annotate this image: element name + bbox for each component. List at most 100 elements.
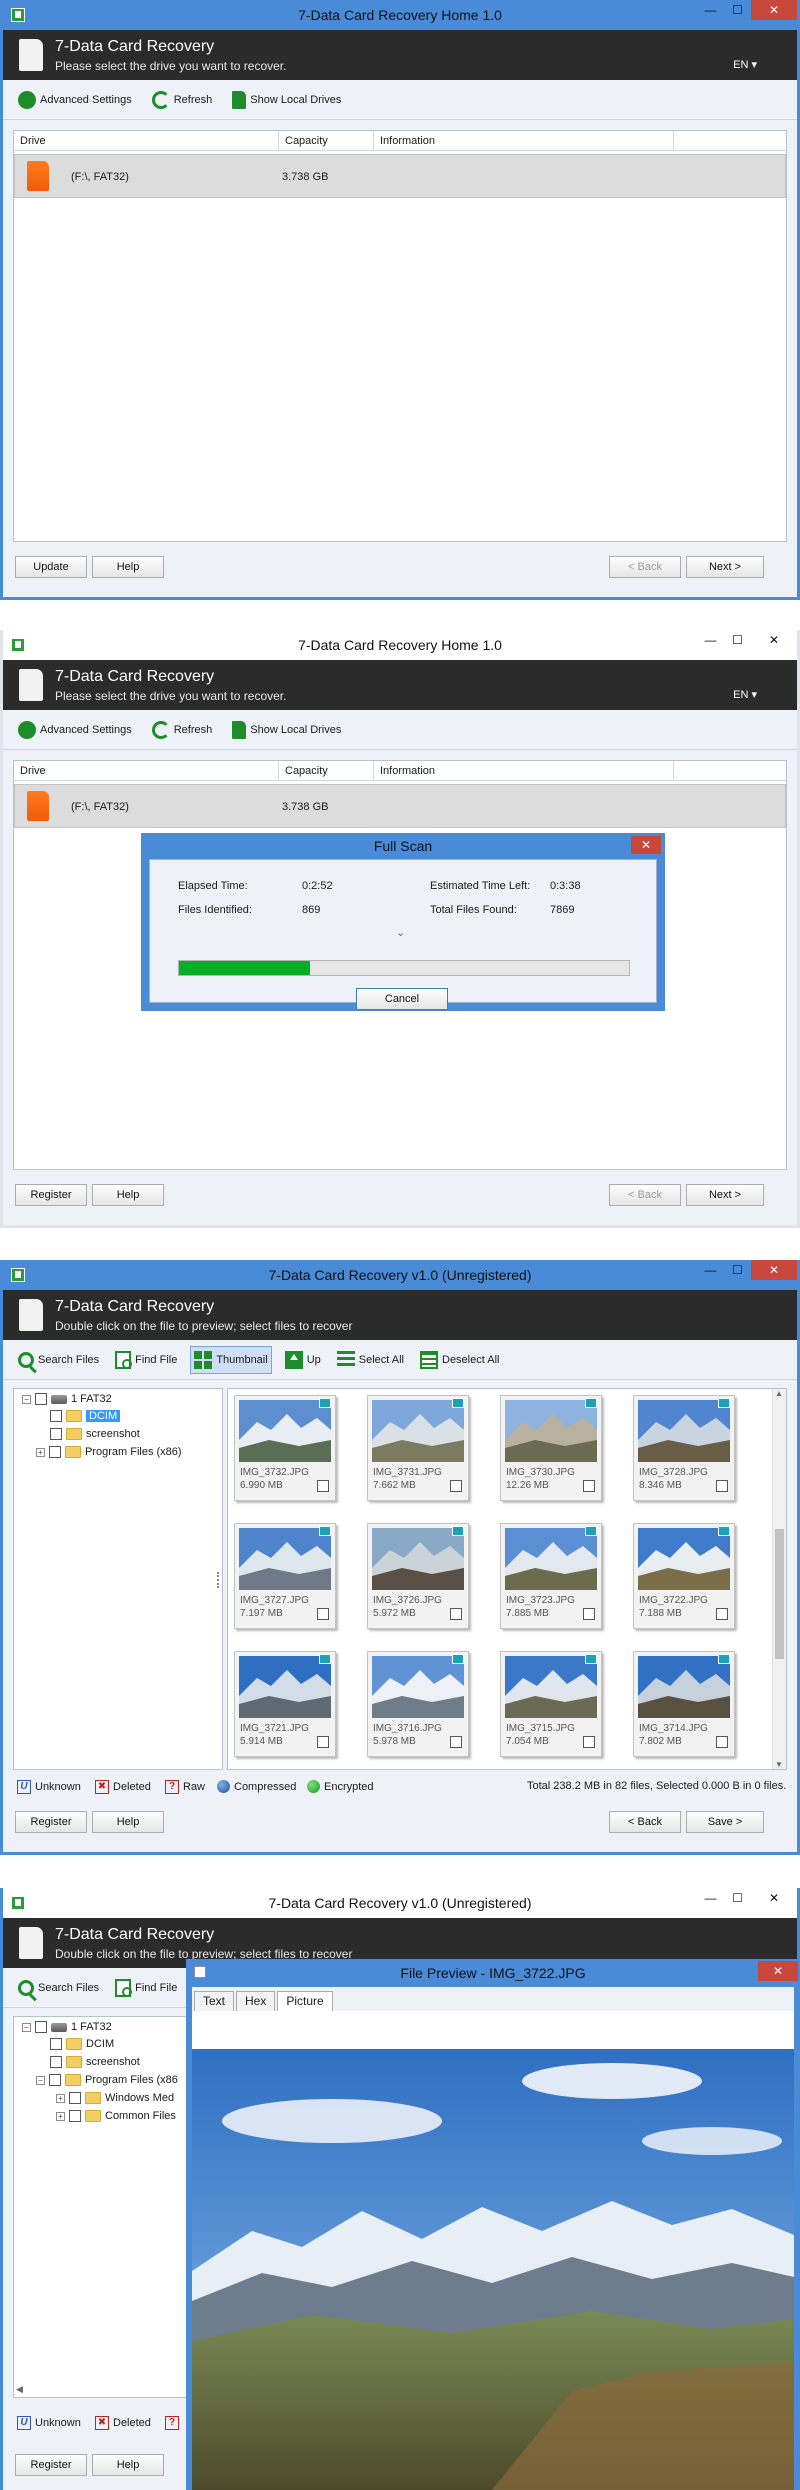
checkbox[interactable] <box>49 2074 61 2086</box>
checkbox[interactable] <box>50 2056 62 2068</box>
expand-icon[interactable]: + <box>56 2111 65 2121</box>
back-button[interactable]: < Back <box>609 1811 681 1833</box>
tree-node-common-files[interactable]: + Common Files <box>56 2110 176 2122</box>
register-button[interactable]: Register <box>15 2454 87 2476</box>
close-icon[interactable]: ✕ <box>751 0 797 20</box>
checkbox[interactable] <box>69 2110 81 2122</box>
close-icon[interactable]: ✕ <box>751 1888 797 1908</box>
next-button[interactable]: Next > <box>686 556 764 578</box>
cancel-button[interactable]: Cancel <box>356 988 448 1010</box>
deselect-all-button[interactable]: Deselect All <box>417 1346 502 1374</box>
close-icon[interactable]: ✕ <box>751 1260 797 1280</box>
next-button[interactable]: Next > <box>686 1184 764 1206</box>
thumbnail-item[interactable]: IMG_3723.JPG 7.885 MB <box>500 1523 602 1629</box>
tree-node-program-files[interactable]: + Program Files (x86) <box>36 1446 182 1458</box>
thumbnail-item[interactable]: IMG_3722.JPG 7.188 MB <box>633 1523 735 1629</box>
drive-row[interactable]: (F:\, FAT32) 3.738 GB <box>14 154 786 198</box>
scroll-left-icon[interactable]: ◀ <box>16 2384 23 2395</box>
collapse-icon[interactable]: − <box>22 2022 31 2032</box>
close-icon[interactable]: ✕ <box>631 836 661 854</box>
refresh-button[interactable]: Refresh <box>149 716 216 744</box>
update-button[interactable]: Update <box>15 556 87 578</box>
find-file-button[interactable]: Find File <box>112 1974 180 2002</box>
tree-node-screenshot[interactable]: screenshot <box>50 1428 140 1440</box>
register-button[interactable]: Register <box>15 1184 87 1206</box>
drive-row[interactable]: (F:\, FAT32) 3.738 GB <box>14 784 786 828</box>
thumbnail-checkbox[interactable] <box>450 1736 462 1748</box>
tree-node-root[interactable]: − 1 FAT32 <box>22 1393 112 1405</box>
register-button[interactable]: Register <box>15 1811 87 1833</box>
checkbox[interactable] <box>69 2092 81 2104</box>
refresh-button[interactable]: Refresh <box>149 86 216 114</box>
search-files-button[interactable]: Search Files <box>15 1346 102 1374</box>
thumbnail-item[interactable]: IMG_3726.JPG 5.972 MB <box>367 1523 469 1629</box>
scroll-up-icon[interactable]: ▲ <box>775 1389 783 1398</box>
expand-chevron-icon[interactable]: ⌄ <box>396 926 405 939</box>
column-drive[interactable]: Drive <box>14 131 279 150</box>
thumbnail-checkbox[interactable] <box>317 1736 329 1748</box>
column-capacity[interactable]: Capacity <box>279 761 374 780</box>
tab-hex[interactable]: Hex <box>236 1991 276 2011</box>
advanced-settings-button[interactable]: Advanced Settings <box>15 86 135 114</box>
maximize-icon[interactable]: ☐ <box>724 1260 751 1280</box>
advanced-settings-button[interactable]: Advanced Settings <box>15 716 135 744</box>
thumbnail-item[interactable]: IMG_3732.JPG 6.990 MB <box>234 1395 336 1501</box>
thumbnail-checkbox[interactable] <box>450 1608 462 1620</box>
expand-icon[interactable]: + <box>36 1447 45 1457</box>
thumbnail-item[interactable]: IMG_3730.JPG 12.26 MB <box>500 1395 602 1501</box>
thumbnail-checkbox[interactable] <box>450 1480 462 1492</box>
thumbnail-item[interactable]: IMG_3721.JPG 5.914 MB <box>234 1651 336 1757</box>
language-dropdown[interactable]: EN ▾ <box>733 688 757 701</box>
checkbox[interactable] <box>50 1410 62 1422</box>
scrollbar-thumb[interactable] <box>775 1529 784 1659</box>
preview-title-bar[interactable]: File Preview - IMG_3722.JPG ✕ <box>186 1959 800 1987</box>
tree-node-dcim[interactable]: DCIM <box>50 2038 114 2050</box>
title-bar[interactable]: 7-Data Card Recovery Home 1.0 — ☐ ✕ <box>3 0 797 30</box>
thumbnail-checkbox[interactable] <box>583 1736 595 1748</box>
help-button[interactable]: Help <box>92 556 164 578</box>
scroll-down-icon[interactable]: ▼ <box>775 1760 783 1769</box>
maximize-icon[interactable]: ☐ <box>724 0 751 20</box>
collapse-icon[interactable]: − <box>22 1394 31 1404</box>
column-information[interactable]: Information <box>374 131 674 150</box>
thumbnail-item[interactable]: IMG_3716.JPG 5.978 MB <box>367 1651 469 1757</box>
maximize-icon[interactable]: ☐ <box>724 1888 751 1908</box>
thumbnail-item[interactable]: IMG_3714.JPG 7.802 MB <box>633 1651 735 1757</box>
maximize-icon[interactable]: ☐ <box>724 630 751 650</box>
thumbnail-checkbox[interactable] <box>716 1608 728 1620</box>
thumbnail-item[interactable]: IMG_3727.JPG 7.197 MB <box>234 1523 336 1629</box>
minimize-icon[interactable]: — <box>697 1888 724 1908</box>
back-button[interactable]: < Back <box>609 1184 681 1206</box>
thumbnail-item[interactable]: IMG_3715.JPG 7.054 MB <box>500 1651 602 1757</box>
find-file-button[interactable]: Find File <box>112 1346 180 1374</box>
splitter-handle[interactable] <box>217 1572 221 1588</box>
save-button[interactable]: Save > <box>686 1811 764 1833</box>
checkbox[interactable] <box>50 2038 62 2050</box>
close-icon[interactable]: ✕ <box>758 1961 798 1981</box>
thumbnail-checkbox[interactable] <box>317 1480 329 1492</box>
thumbnail-checkbox[interactable] <box>583 1608 595 1620</box>
search-files-button[interactable]: Search Files <box>15 1974 102 2002</box>
tree-node-root[interactable]: − 1 FAT32 <box>22 2021 112 2033</box>
tree-node-screenshot[interactable]: screenshot <box>50 2056 140 2068</box>
title-bar[interactable]: 7-Data Card Recovery v1.0 (Unregistered)… <box>3 1260 797 1290</box>
minimize-icon[interactable]: — <box>697 0 724 20</box>
minimize-icon[interactable]: — <box>697 1260 724 1280</box>
show-local-drives-button[interactable]: Show Local Drives <box>229 86 344 114</box>
tree-node-windows-media[interactable]: + Windows Med <box>56 2092 174 2104</box>
up-button[interactable]: Up <box>282 1346 324 1374</box>
thumbnail-item[interactable]: IMG_3728.JPG 8.346 MB <box>633 1395 735 1501</box>
checkbox[interactable] <box>35 2021 47 2033</box>
help-button[interactable]: Help <box>92 1184 164 1206</box>
close-icon[interactable]: ✕ <box>751 630 797 650</box>
column-drive[interactable]: Drive <box>14 761 279 780</box>
back-button[interactable]: < Back <box>609 556 681 578</box>
select-all-button[interactable]: Select All <box>334 1346 407 1374</box>
thumbnail-button[interactable]: Thumbnail <box>190 1345 272 1374</box>
checkbox[interactable] <box>35 1393 47 1405</box>
thumbnail-checkbox[interactable] <box>317 1608 329 1620</box>
minimize-icon[interactable]: — <box>697 630 724 650</box>
tree-node-program-files[interactable]: − Program Files (x86 <box>36 2074 178 2086</box>
thumbnail-checkbox[interactable] <box>716 1480 728 1492</box>
language-dropdown[interactable]: EN ▾ <box>733 58 757 71</box>
